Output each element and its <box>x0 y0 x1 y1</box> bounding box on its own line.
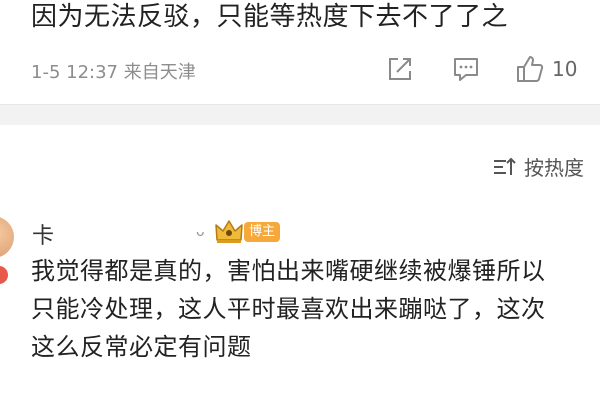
comment-icon <box>454 58 478 81</box>
crown-icon <box>215 220 243 243</box>
comment-username[interactable]: 卡 <box>32 218 54 250</box>
post-card: 因为无法反驳，只能等热度下去不了了之 1-5 12:37 来自天津 10 <box>0 0 600 105</box>
like-button[interactable]: 10 <box>514 52 577 86</box>
thumbs-up-icon <box>517 56 544 82</box>
comment-button[interactable] <box>451 52 481 86</box>
post-text: 因为无法反驳，只能等热度下去不了了之 <box>31 2 509 32</box>
avatar-badge <box>0 266 8 284</box>
post-location: 来自天津 <box>123 62 196 83</box>
comment-line: 只能冷处理，这人平时最喜欢出来蹦哒了，这次 <box>31 295 546 323</box>
comment-text: 我觉得都是真的，害怕出来嘴硬继续被爆锤所以 只能冷处理，这人平时最喜欢出来蹦哒了… <box>31 252 591 366</box>
comment-line: 这么反常必定有问题 <box>31 333 252 361</box>
share-icon <box>389 58 411 80</box>
avatar[interactable] <box>0 216 14 258</box>
share-button[interactable] <box>385 52 415 86</box>
sort-icon <box>494 157 516 175</box>
post-timestamp: 1-5 12:37 <box>31 62 118 83</box>
comment-item: 卡 ᴗ 博主 我觉得都是真的，害怕出来嘴硬继续被爆锤所以 只能冷处理，这人平时最… <box>0 206 600 403</box>
host-badge: 博主 <box>244 222 281 242</box>
like-count: 10 <box>552 57 578 81</box>
section-separator <box>0 105 600 125</box>
sort-label: 按热度 <box>524 156 584 180</box>
sort-by-hot-button[interactable]: 按热度 <box>492 152 584 181</box>
username-suffix: ᴗ <box>196 224 205 240</box>
comment-sort-bar: 按热度 <box>0 126 600 206</box>
comment-line: 我觉得都是真的，害怕出来嘴硬继续被爆锤所以 <box>31 257 546 285</box>
post-meta: 1-5 12:37 来自天津 <box>31 58 196 84</box>
